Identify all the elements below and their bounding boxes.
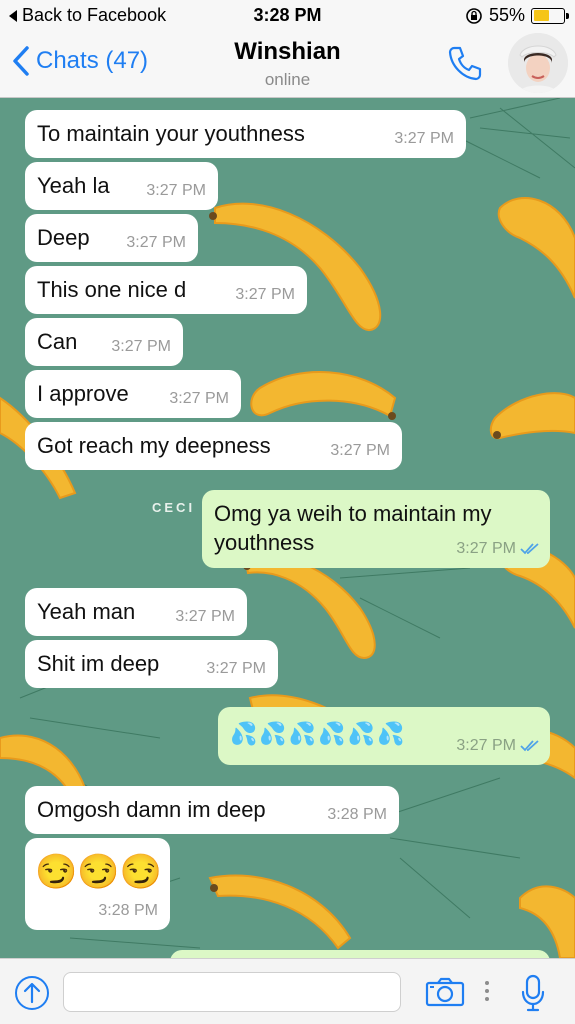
message-text: 😏😏😏 [35, 853, 163, 891]
message-text: I approve [37, 381, 129, 406]
message-bubble[interactable]: Got reach my deepness 3:27 PM [25, 422, 402, 470]
battery-icon [531, 7, 569, 24]
message-text: Yeah man [37, 599, 136, 624]
battery-level [533, 10, 550, 21]
message-time: 3:28 PM [327, 806, 387, 823]
message-time: 3:27 PM [456, 737, 516, 754]
message-text: To maintain your youthness [37, 121, 305, 146]
camera-button[interactable] [425, 977, 465, 1012]
message-bubble[interactable]: 💦💦💦💦💦💦 3:27 PM [218, 707, 550, 765]
battery-percent: 55% [488, 5, 525, 25]
message-time: 3:27 PM [175, 608, 235, 625]
microphone-icon [521, 974, 545, 1012]
message-time-wrap: 3:27 PM [456, 534, 540, 563]
message-bubble[interactable]: I approve 3:27 PM [25, 370, 241, 418]
more-button[interactable] [482, 979, 492, 1008]
camera-icon [425, 977, 465, 1007]
avatar[interactable] [508, 33, 568, 93]
message-text: Can [37, 329, 78, 354]
contact-status: online [264, 70, 311, 89]
message-time-wrap: 3:27 PM [456, 731, 540, 760]
status-right: 55% [465, 5, 569, 26]
message-time: 3:27 PM [169, 390, 229, 407]
message-time: 3:28 PM [98, 902, 158, 919]
message-time: 3:27 PM [146, 182, 206, 199]
message-text: Yeah la [37, 173, 110, 198]
message-time: 3:27 PM [126, 234, 186, 251]
message-time: 3:27 PM [394, 130, 454, 147]
double-check-icon [520, 542, 539, 554]
message-text: Deep [37, 225, 90, 250]
message-text: Got reach my deepness [37, 433, 271, 458]
double-check-icon [520, 739, 539, 751]
message-bubble[interactable]: Omgosh damn im deep 3:28 PM [25, 786, 399, 834]
message-bubble[interactable]: Yeah la 3:27 PM [25, 162, 218, 210]
attach-button[interactable] [14, 975, 50, 1016]
conversation-header: Chats (47) Winshian online [0, 30, 575, 98]
message-bubble[interactable]: Shit im deep 3:27 PM [25, 640, 278, 688]
wallpaper-text: CECI [152, 500, 196, 515]
message-bubble[interactable]: Omg ya weih to maintain my youthness 3:2… [202, 490, 550, 568]
message-time: 3:27 PM [235, 286, 295, 303]
message-bubble-partial[interactable] [170, 950, 550, 958]
message-text: This one nice d [37, 277, 187, 302]
avatar-photo [508, 33, 568, 93]
input-bar [0, 958, 575, 1024]
vertical-dots-icon [485, 981, 489, 1001]
chat-area[interactable]: CECI To maintain your youthness 3:27 PM … [0, 98, 575, 958]
message-text: Shit im deep [37, 651, 160, 676]
message-bubble[interactable]: 😏😏😏 3:28 PM [25, 838, 170, 930]
message-time: 3:27 PM [206, 660, 266, 677]
message-text: Omgosh damn im deep [37, 797, 266, 822]
message-bubble[interactable]: This one nice d 3:27 PM [25, 266, 307, 314]
rotation-lock-icon [466, 7, 482, 24]
call-button[interactable] [446, 44, 484, 87]
message-time: 3:27 PM [456, 540, 516, 557]
message-input[interactable] [63, 972, 401, 1012]
message-bubble[interactable]: Yeah man 3:27 PM [25, 588, 247, 636]
status-bar: Back to Facebook 3:28 PM 55% [0, 0, 575, 30]
message-bubble[interactable]: Deep 3:27 PM [25, 214, 198, 262]
message-time: 3:27 PM [330, 442, 390, 459]
phone-icon [448, 46, 482, 81]
contact-name[interactable]: Winshian [0, 38, 575, 66]
message-bubble[interactable]: To maintain your youthness 3:27 PM [25, 110, 466, 158]
voice-record-button[interactable] [520, 974, 546, 1017]
upload-arrow-icon [15, 976, 49, 1010]
message-time: 3:27 PM [111, 338, 171, 355]
message-bubble[interactable]: Can 3:27 PM [25, 318, 183, 366]
message-text: 💦💦💦💦💦💦 [230, 721, 407, 746]
